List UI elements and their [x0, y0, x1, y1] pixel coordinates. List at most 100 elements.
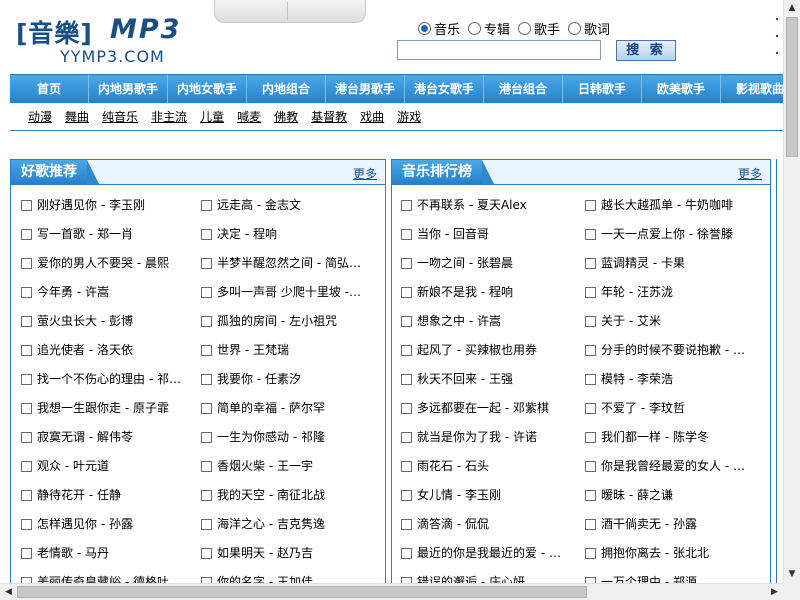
song-title-link[interactable]: 拥抱你离去 - 张北北 — [601, 545, 709, 561]
song-item[interactable]: 最近的你是我最近的爱 - … — [401, 545, 573, 561]
song-item[interactable]: 怎样遇见你 - 孙露 — [21, 516, 193, 532]
song-checkbox[interactable] — [401, 199, 412, 211]
nav-item[interactable]: 日韩歌手 — [563, 75, 642, 104]
song-item[interactable]: 刚好遇见你 - 李玉刚 — [21, 197, 193, 213]
song-item[interactable]: 我的天空 - 南征北战 — [201, 487, 373, 503]
song-checkbox[interactable] — [401, 547, 412, 559]
search-input[interactable] — [397, 40, 601, 60]
song-title-link[interactable]: 老情歌 - 马丹 — [37, 545, 109, 561]
song-checkbox[interactable] — [21, 547, 32, 559]
song-checkbox[interactable] — [401, 460, 412, 472]
song-title-link[interactable]: 暧昧 - 薛之谦 — [601, 487, 673, 503]
song-checkbox[interactable] — [585, 518, 596, 530]
song-title-link[interactable]: 观众 - 叶元道 — [37, 458, 109, 474]
subnav-link[interactable]: 戏曲 — [360, 108, 384, 125]
nav-item[interactable]: 影视歌曲 — [721, 75, 783, 104]
song-checkbox[interactable] — [21, 315, 32, 327]
song-checkbox[interactable] — [585, 344, 596, 356]
song-item[interactable]: 滴答滴 - 侃侃 — [401, 516, 573, 532]
song-item[interactable]: 决定 - 程响 — [201, 226, 373, 242]
song-title-link[interactable]: 我想一生跟你走 - 原子霏 — [37, 400, 169, 416]
song-item[interactable]: 写一首歌 - 郑一肖 — [21, 226, 193, 242]
song-item[interactable]: 观众 - 叶元道 — [21, 458, 193, 474]
song-item[interactable]: 想象之中 - 许嵩 — [401, 313, 573, 329]
song-item[interactable]: 模特 - 李荣浩 — [585, 371, 757, 387]
song-title-link[interactable]: 简单的幸福 - 萨尔罕 — [217, 400, 325, 416]
song-title-link[interactable]: 你是我曾经最爱的女人 - … — [601, 458, 745, 474]
song-title-link[interactable]: 如果明天 - 赵乃吉 — [217, 545, 313, 561]
vertical-scrollbar[interactable]: ▲ ▼ — [783, 0, 800, 583]
song-checkbox[interactable] — [401, 257, 412, 269]
song-item[interactable]: 静待花开 - 任静 — [21, 487, 193, 503]
song-item[interactable]: 远走高 - 金志文 — [201, 197, 373, 213]
song-checkbox[interactable] — [401, 228, 412, 240]
song-item[interactable]: 一吻之间 - 张碧晨 — [401, 255, 573, 271]
song-checkbox[interactable] — [201, 344, 212, 356]
song-item[interactable]: 美丽传奇皇藏峪 - 德格吐… — [21, 574, 193, 583]
song-item[interactable]: 起风了 - 买辣椒也用券 — [401, 342, 573, 358]
song-checkbox[interactable] — [201, 373, 212, 385]
song-title-link[interactable]: 海洋之心 - 吉克隽逸 — [217, 516, 325, 532]
song-checkbox[interactable] — [201, 547, 212, 559]
song-title-link[interactable]: 就当是你为了我 - 许诺 — [417, 429, 537, 445]
song-checkbox[interactable] — [585, 257, 596, 269]
song-item[interactable]: 暧昧 - 薛之谦 — [585, 487, 757, 503]
song-item[interactable]: 寂寞无谓 - 解伟苓 — [21, 429, 193, 445]
radio-icon[interactable] — [568, 22, 582, 35]
song-item[interactable]: 关于 - 艾米 — [585, 313, 757, 329]
song-checkbox[interactable] — [401, 489, 412, 501]
song-checkbox[interactable] — [585, 286, 596, 298]
song-title-link[interactable]: 美丽传奇皇藏峪 - 德格吐… — [37, 574, 181, 583]
horizontal-scroll-thumb[interactable] — [17, 586, 587, 598]
song-item[interactable]: 我想一生跟你走 - 原子霏 — [21, 400, 193, 416]
song-item[interactable]: 一天一点爱上你 - 徐誉滕 — [585, 226, 757, 242]
song-title-link[interactable]: 写一首歌 - 郑一肖 — [37, 226, 133, 242]
subnav-link[interactable]: 游戏 — [397, 108, 421, 125]
search-type-option[interactable]: 专辑 — [468, 19, 510, 38]
song-item[interactable]: 不再联系 - 夏天Alex — [401, 197, 573, 213]
nav-item[interactable]: 港台男歌手 — [326, 75, 405, 104]
song-title-link[interactable]: 多叫一声哥 少爬十里坡 -… — [217, 284, 361, 300]
song-item[interactable]: 追光使者 - 洛天依 — [21, 342, 193, 358]
song-item[interactable]: 如果明天 - 赵乃吉 — [201, 545, 373, 561]
song-item[interactable]: 当你 - 回音哥 — [401, 226, 573, 242]
nav-item[interactable]: 内地组合 — [247, 75, 326, 104]
song-item[interactable]: 越长大越孤单 - 牛奶咖啡 — [585, 197, 757, 213]
song-checkbox[interactable] — [201, 199, 212, 211]
subnav-link[interactable]: 动漫 — [28, 108, 52, 125]
song-checkbox[interactable] — [401, 315, 412, 327]
song-title-link[interactable]: 孤独的房间 - 左小祖咒 — [217, 313, 337, 329]
song-title-link[interactable]: 错误的邂逅 - 庄心妍 — [417, 574, 525, 583]
nav-item[interactable]: 港台女歌手 — [405, 75, 484, 104]
subnav-link[interactable]: 非主流 — [151, 108, 187, 125]
song-title-link[interactable]: 蓝调精灵 - 卡果 — [601, 255, 685, 271]
song-item[interactable]: 分手的时候不要说抱歉 - … — [585, 342, 757, 358]
song-item[interactable]: 年轮 - 汪苏泷 — [585, 284, 757, 300]
radio-icon[interactable] — [518, 22, 532, 35]
song-checkbox[interactable] — [401, 373, 412, 385]
song-checkbox[interactable] — [21, 373, 32, 385]
song-item[interactable]: 你的名字 - 王加佳 — [201, 574, 373, 583]
song-item[interactable]: 半梦半醒忽然之间 - 简弘… — [201, 255, 373, 271]
song-title-link[interactable]: 找一个不伤心的理由 - 祁… — [37, 371, 181, 387]
song-checkbox[interactable] — [201, 228, 212, 240]
scroll-left-arrow-icon[interactable]: ◀ — [0, 584, 17, 600]
nav-item[interactable]: 内地男歌手 — [89, 75, 168, 104]
song-checkbox[interactable] — [21, 518, 32, 530]
song-title-link[interactable]: 酒干倘卖无 - 孙露 — [601, 516, 697, 532]
song-checkbox[interactable] — [401, 344, 412, 356]
song-item[interactable]: 今年勇 - 许嵩 — [21, 284, 193, 300]
subnav-link[interactable]: 喊麦 — [237, 108, 261, 125]
song-title-link[interactable]: 一吻之间 - 张碧晨 — [417, 255, 513, 271]
song-title-link[interactable]: 不再联系 - 夏天Alex — [417, 197, 527, 213]
song-title-link[interactable]: 寂寞无谓 - 解伟苓 — [37, 429, 133, 445]
song-checkbox[interactable] — [201, 489, 212, 501]
song-checkbox[interactable] — [21, 402, 32, 414]
song-item[interactable]: 海洋之心 - 吉克隽逸 — [201, 516, 373, 532]
song-checkbox[interactable] — [585, 315, 596, 327]
radio-icon[interactable] — [468, 22, 482, 35]
song-title-link[interactable]: 新娘不是我 - 程响 — [417, 284, 513, 300]
song-title-link[interactable]: 模特 - 李荣浩 — [601, 371, 673, 387]
nav-item[interactable]: 首页 — [10, 75, 89, 104]
song-title-link[interactable]: 今年勇 - 许嵩 — [37, 284, 109, 300]
